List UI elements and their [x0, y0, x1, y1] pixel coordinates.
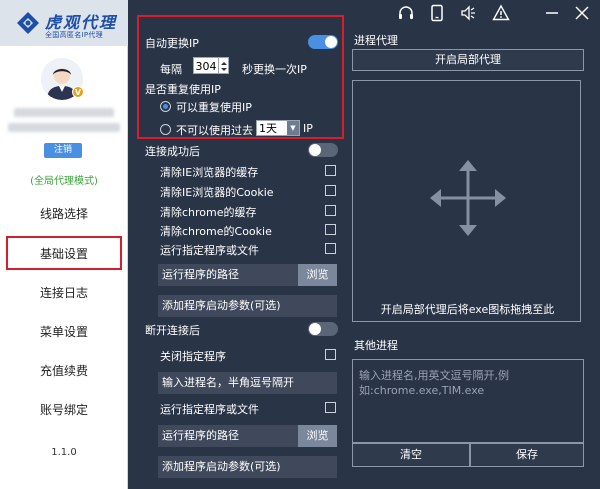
repeat-no-label: 不可以使用过去: [176, 124, 253, 137]
sidebar-item-menu-settings[interactable]: 菜单设置: [0, 321, 128, 343]
checkbox-clear-ie-cookie[interactable]: [325, 185, 336, 196]
logo-area: 虎观代理 全国高匿名IP代理: [0, 0, 128, 46]
repeat-yes-radio[interactable]: [160, 101, 171, 112]
option-clear-ie-cookie: 清除IE浏览器的Cookie: [160, 186, 274, 199]
checkbox-close-program[interactable]: [325, 349, 336, 360]
repeat-no-radio[interactable]: [160, 124, 171, 135]
interval-suffix: 秒更换一次IP: [242, 63, 307, 76]
vip-badge: V: [72, 86, 84, 98]
repeat-period-value: 1天: [259, 122, 277, 135]
username-blurred: [14, 108, 114, 117]
interval-spinner[interactable]: [219, 57, 229, 74]
checkbox-run-program-disconnect[interactable]: [325, 402, 336, 413]
sidebar-item-account-binding[interactable]: 账号绑定: [0, 399, 128, 421]
interval-prefix: 每隔: [160, 63, 182, 76]
repeat-period-select[interactable]: 1天 ▼: [256, 120, 300, 136]
checkbox-clear-chrome-cookie[interactable]: [325, 224, 336, 235]
proxy-mode-text: (全局代理模式): [30, 176, 98, 187]
exe-drop-area[interactable]: 开启局部代理后将exe图标拖拽至此: [352, 80, 581, 322]
disconnect-args-field[interactable]: 添加程序启动参数(可选): [158, 456, 337, 478]
speaker-icon[interactable]: [460, 4, 478, 22]
repeat-yes-label: 可以重复使用IP: [176, 101, 252, 114]
chevron-down-icon: ▼: [287, 121, 299, 135]
disconnect-browse-button[interactable]: 浏览: [298, 425, 337, 447]
option-clear-ie-cache: 清除IE浏览器的缓存: [160, 166, 259, 179]
headset-icon[interactable]: [397, 4, 415, 22]
close-icon[interactable]: [573, 4, 591, 22]
warning-icon[interactable]: [492, 4, 510, 22]
on-disconnect-toggle[interactable]: [308, 322, 338, 336]
drop-hint: 开启局部代理后将exe图标拖拽至此: [380, 303, 555, 316]
auto-change-ip-label: 自动更换IP: [145, 37, 199, 50]
account-info-blurred: [8, 123, 120, 132]
repeat-no-suffix: IP: [303, 122, 313, 135]
interval-input[interactable]: 304: [193, 57, 219, 74]
checkbox-run-program[interactable]: [325, 243, 336, 254]
sidebar-item-connection-log[interactable]: 连接日志: [0, 282, 128, 304]
connect-args-field[interactable]: 添加程序启动参数(可选): [158, 295, 337, 317]
option-run-program: 运行指定程序或文件: [160, 244, 259, 257]
connect-browse-button[interactable]: 浏览: [298, 264, 337, 286]
phone-icon[interactable]: [428, 4, 446, 22]
version-label: 1.1.0: [51, 447, 77, 458]
on-connect-label: 连接成功后: [145, 145, 200, 158]
save-button[interactable]: 保存: [470, 443, 584, 467]
option-close-program: 关闭指定程序: [160, 350, 226, 363]
logo-subtitle: 全国高匿名IP代理: [45, 31, 103, 39]
minimize-icon[interactable]: [543, 4, 561, 22]
checkbox-clear-ie-cache[interactable]: [325, 165, 336, 176]
other-processes-title: 其他进程: [354, 339, 398, 352]
move-arrows-icon: [430, 160, 506, 236]
spinner-arrows-icon: [221, 62, 227, 71]
option-run-program-disconnect: 运行指定程序或文件: [160, 403, 259, 416]
sidebar-item-route[interactable]: 线路选择: [0, 203, 128, 225]
connect-program-path-field[interactable]: 运行程序的路径: [158, 264, 298, 286]
sidebar-item-basic-settings[interactable]: 基础设置: [6, 236, 122, 270]
clear-button[interactable]: 清空: [352, 443, 470, 467]
ip-rotation-highlight: [137, 15, 344, 139]
repeat-question: 是否重复使用IP: [145, 83, 221, 96]
process-proxy-title: 进程代理: [354, 34, 398, 47]
option-clear-chrome-cache: 清除chrome的缓存: [160, 206, 257, 219]
logout-button[interactable]: 注销: [44, 143, 82, 158]
sidebar-item-recharge[interactable]: 充值续费: [0, 360, 128, 382]
enable-local-proxy-button[interactable]: 开启局部代理: [352, 49, 584, 71]
process-name-input[interactable]: 输入进程名，半角逗号隔开: [158, 372, 337, 394]
other-processes-input[interactable]: 输入进程名,用英文逗号隔开,例 如:chrome.exe,TIM.exe: [352, 359, 584, 443]
option-clear-chrome-cookie: 清除chrome的Cookie: [160, 225, 272, 238]
disconnect-program-path-field[interactable]: 运行程序的路径: [158, 425, 298, 447]
on-disconnect-label: 断开连接后: [145, 324, 200, 337]
checkbox-clear-chrome-cache[interactable]: [325, 205, 336, 216]
sidebar: 虎观代理 全国高匿名IP代理 V 注销 (全局代理模式) 线路选择 基础设置 连…: [0, 0, 128, 489]
on-connect-toggle[interactable]: [308, 143, 338, 157]
logo-icon: [17, 12, 39, 34]
auto-change-ip-toggle[interactable]: [308, 35, 338, 49]
